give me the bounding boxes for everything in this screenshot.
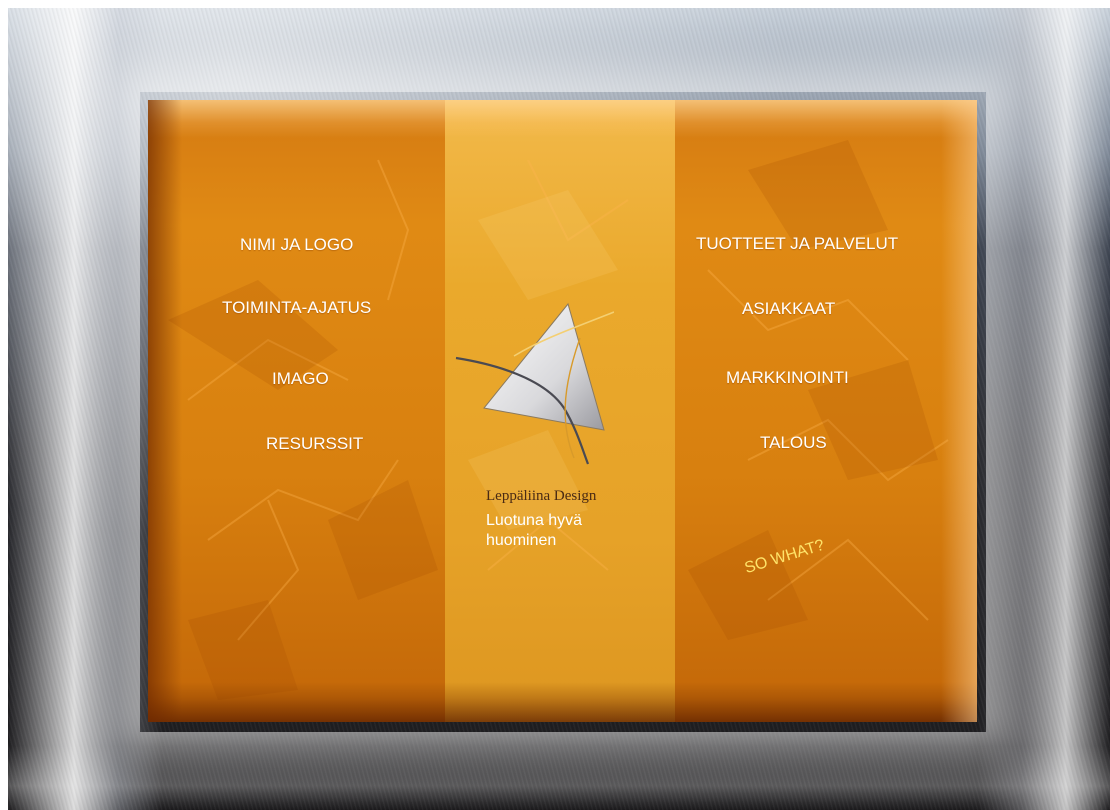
menu-item-tuotteet-ja-palvelut[interactable]: TUOTTEET JA PALVELUT — [696, 234, 898, 254]
brand-name: Leppäliina Design — [486, 488, 597, 504]
tagline-line-2: huominen — [486, 532, 557, 549]
tagline-line-1: Luotuna hyvä — [486, 512, 583, 529]
triangle-logo-icon — [455, 302, 614, 465]
menu-item-resurssit[interactable]: RESURSSIT — [266, 434, 363, 454]
slide-stage: NIMI JA LOGO TOIMINTA-AJATUS IMAGO RESUR… — [0, 0, 1110, 810]
menu-item-nimi-ja-logo[interactable]: NIMI JA LOGO — [240, 235, 353, 255]
menu-item-imago[interactable]: IMAGO — [272, 369, 329, 389]
bevel-right — [941, 100, 977, 722]
menu-item-asiakkaat[interactable]: ASIAKKAAT — [742, 299, 835, 319]
menu-item-markkinointi[interactable]: MARKKINOINTI — [726, 368, 849, 388]
brand-tagline: Luotuna hyvä huominen — [486, 511, 606, 551]
menu-item-toiminta-ajatus[interactable]: TOIMINTA-AJATUS — [222, 298, 371, 318]
menu-item-talous[interactable]: TALOUS — [760, 433, 827, 453]
bevel-bottom — [148, 682, 977, 722]
bevel-top — [148, 100, 977, 138]
bevel-left — [148, 100, 182, 722]
